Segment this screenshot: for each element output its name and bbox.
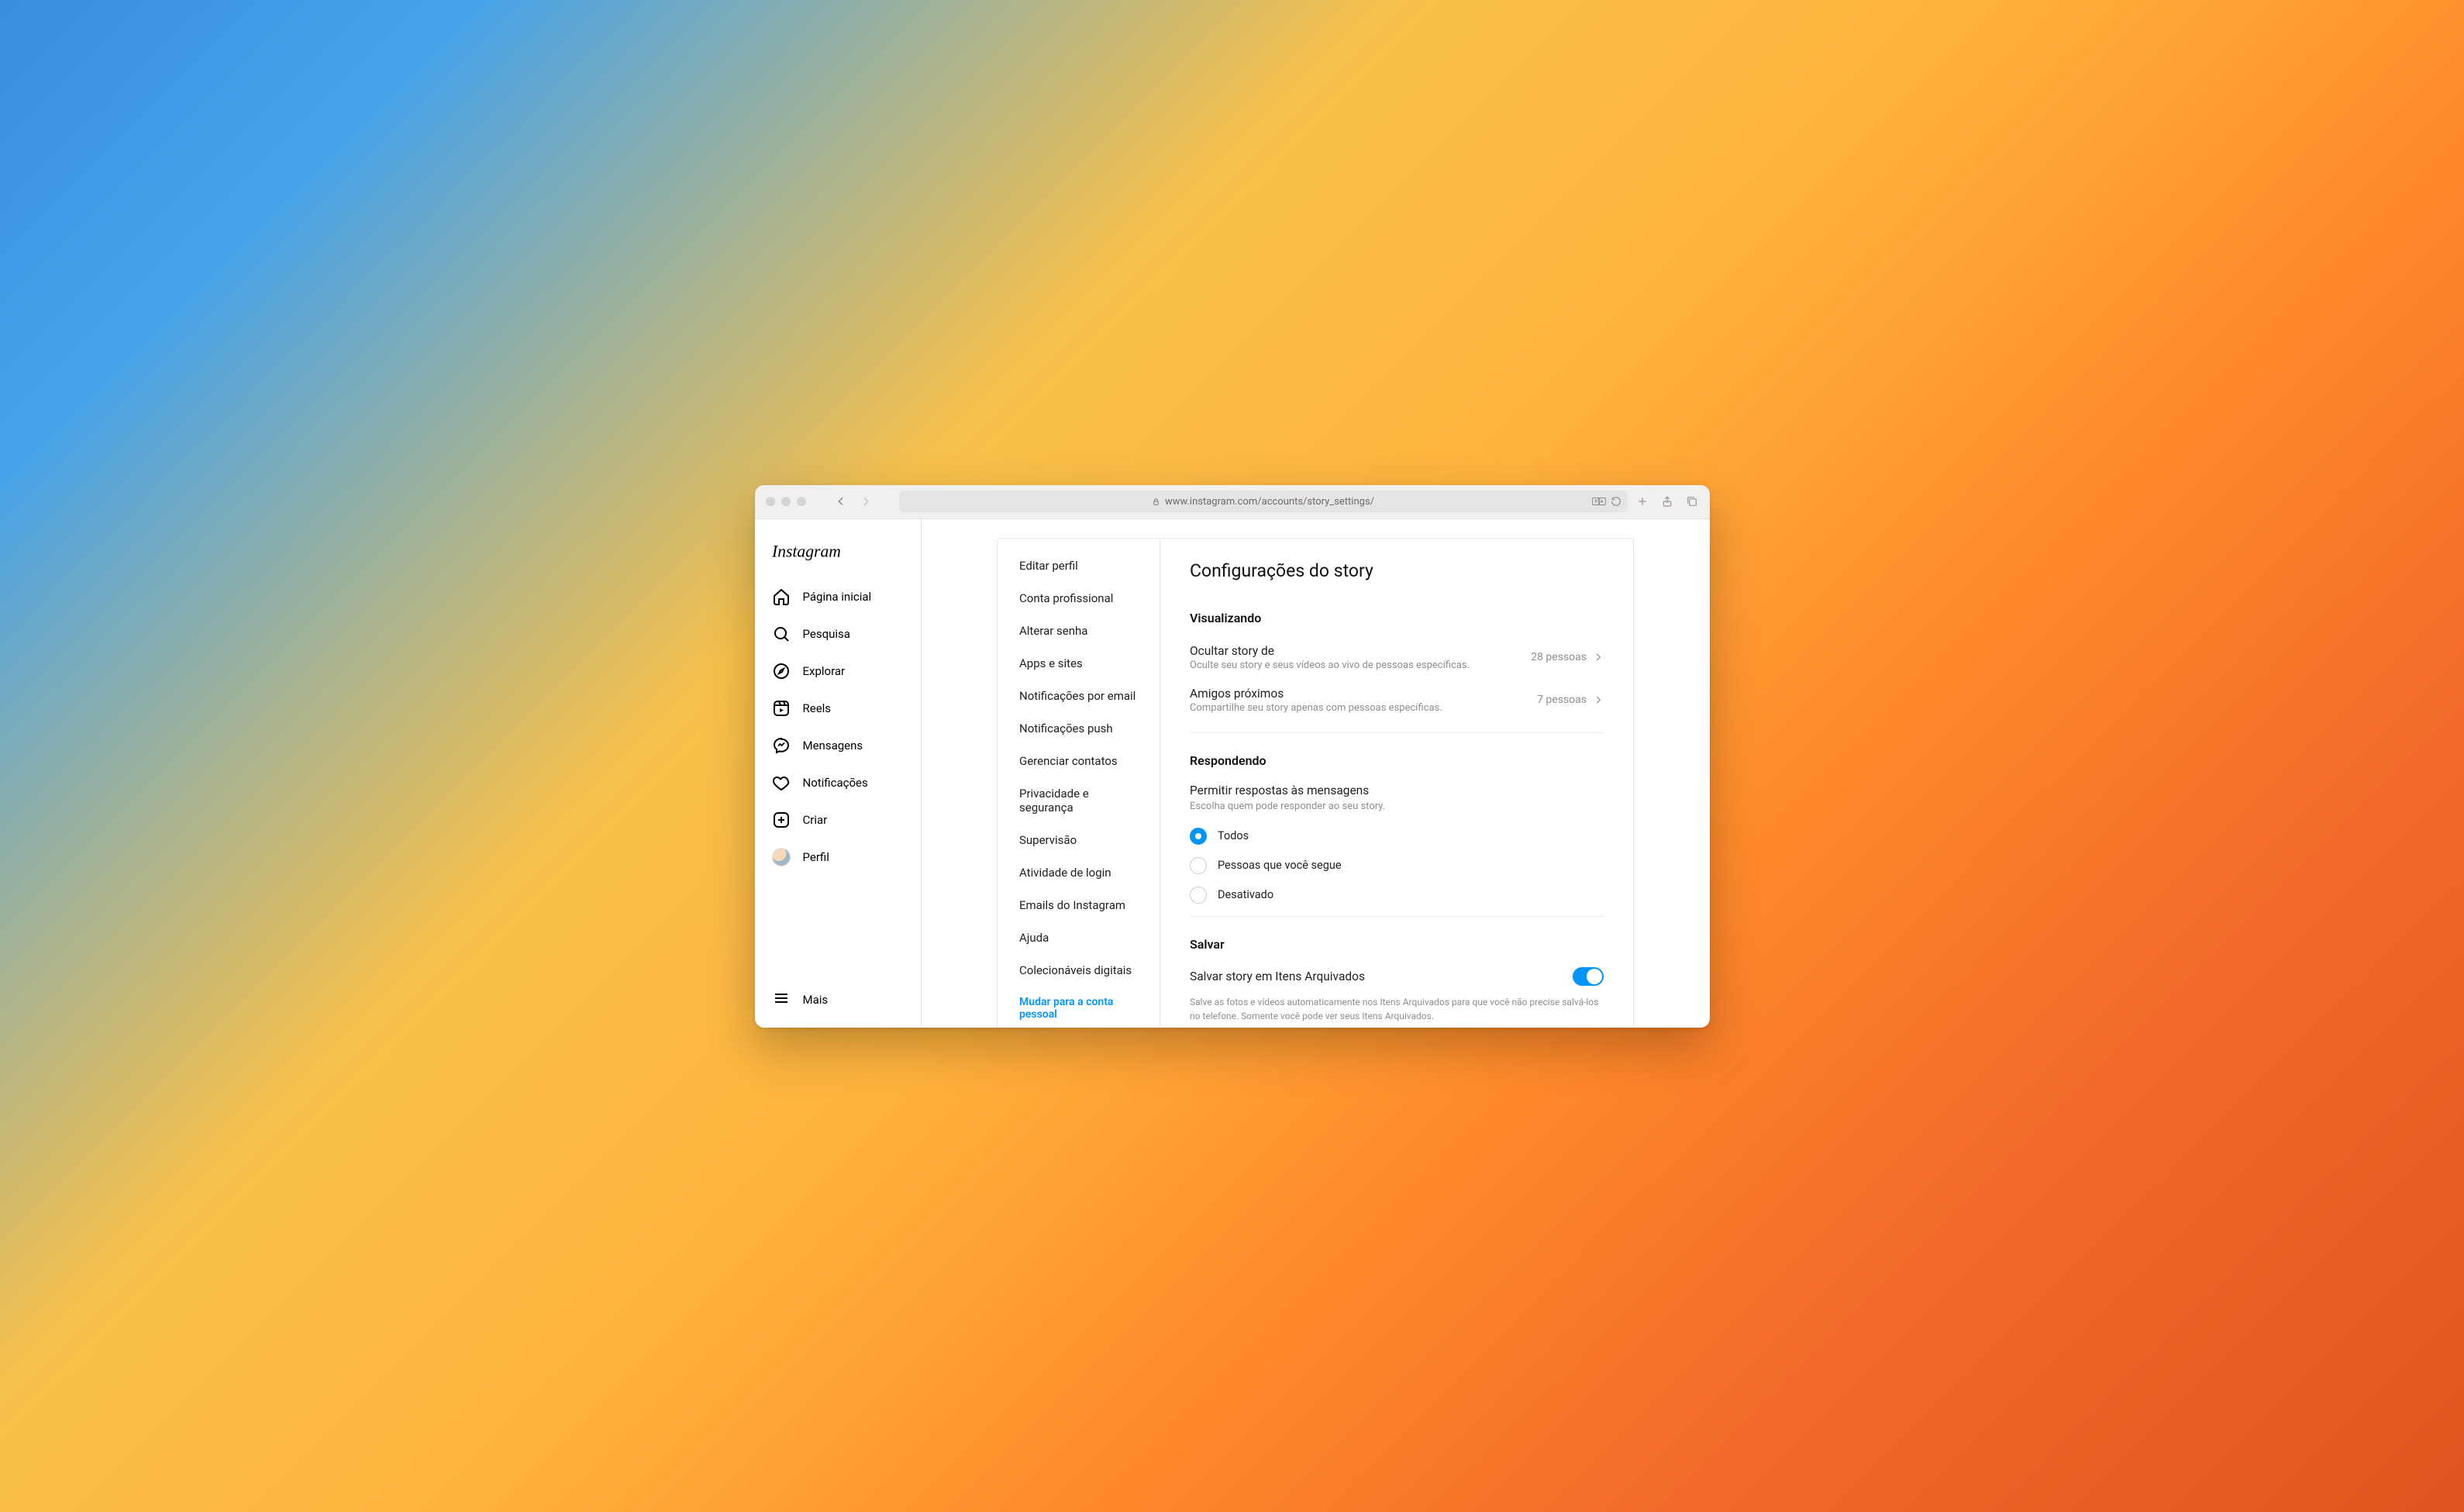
save-archive-note: Salve as fotos e vídeos automaticamente … (1190, 995, 1604, 1023)
heart-icon (772, 773, 791, 792)
settings-nav-item-digital-collectibles[interactable]: Colecionáveis digitais (998, 954, 1160, 987)
settings-nav-item-emails-instagram[interactable]: Emails do Instagram (998, 889, 1160, 921)
svg-text:Instagram: Instagram (772, 542, 841, 560)
settings-nav-item-supervision[interactable]: Supervisão (998, 824, 1160, 856)
page-content: Instagram Página inicial Pesquisa Explor… (755, 519, 1710, 1028)
sidebar-more[interactable]: Mais (763, 980, 913, 1020)
reply-option-everyone[interactable]: Todos (1190, 821, 1604, 851)
settings-nav-item-apps-websites[interactable]: Apps e sites (998, 647, 1160, 680)
instagram-logo[interactable]: Instagram (763, 536, 913, 580)
home-icon (772, 587, 791, 606)
forward-button[interactable] (857, 493, 874, 510)
share-button[interactable] (1660, 494, 1674, 508)
sidebar-item-label: Página inicial (803, 590, 872, 604)
hide-story-sub: Oculte seu story e seus vídeos ao vivo d… (1190, 660, 1470, 671)
close-friends-label: Amigos próximos (1190, 687, 1442, 701)
settings-nav-item-email-notifications[interactable]: Notificações por email (998, 680, 1160, 712)
radio-icon (1190, 887, 1207, 904)
sidebar-item-label: Pesquisa (803, 627, 850, 641)
sidebar-item-create[interactable]: Criar (763, 803, 913, 837)
reload-icon[interactable] (1611, 496, 1621, 507)
messenger-icon (772, 736, 791, 755)
save-archive-row: Salvar story em Itens Arquivados (1190, 967, 1604, 986)
settings-nav-item-professional-account[interactable]: Conta profissional (998, 582, 1160, 615)
reply-option-off[interactable]: Desativado (1190, 880, 1604, 910)
section-viewing-heading: Visualizando (1190, 611, 1604, 625)
settings-nav-item-edit-profile[interactable]: Editar perfil (998, 549, 1160, 582)
hide-story-label: Ocultar story de (1190, 644, 1470, 658)
translate-icon[interactable] (1592, 496, 1606, 507)
tabs-button[interactable] (1685, 494, 1699, 508)
sidebar-item-label: Explorar (803, 664, 846, 678)
browser-window: www.instagram.com/accounts/story_setting… (755, 485, 1710, 1028)
main-area: Editar perfil Conta profissional Alterar… (922, 519, 1710, 1028)
sidebar-item-search[interactable]: Pesquisa (763, 617, 913, 651)
sidebar-item-explore[interactable]: Explorar (763, 654, 913, 688)
section-saving-heading: Salvar (1190, 937, 1604, 952)
sidebar-item-profile[interactable]: Perfil (763, 840, 913, 874)
radio-icon (1190, 828, 1207, 845)
sidebar-item-notifications[interactable]: Notificações (763, 766, 913, 800)
close-friends-row[interactable]: Amigos próximos Compartilhe seu story ap… (1190, 684, 1604, 726)
sidebar-item-home[interactable]: Página inicial (763, 580, 913, 614)
chevron-right-icon (1593, 652, 1604, 663)
toolbar-right (1635, 494, 1699, 508)
reply-option-following[interactable]: Pessoas que você segue (1190, 851, 1604, 880)
lock-icon (1152, 498, 1160, 506)
sidebar-item-label: Reels (803, 701, 832, 715)
separator (1190, 916, 1604, 917)
menu-icon (772, 989, 791, 1011)
sidebar: Instagram Página inicial Pesquisa Explor… (755, 519, 922, 1028)
radio-label: Desativado (1218, 888, 1273, 901)
chevron-right-icon (1593, 694, 1604, 705)
new-tab-button[interactable] (1635, 494, 1649, 508)
separator (1190, 732, 1604, 733)
settings-nav-item-help[interactable]: Ajuda (998, 921, 1160, 954)
hide-story-count: 28 pessoas (1531, 651, 1587, 663)
close-window-button[interactable] (766, 497, 775, 506)
url-text: www.instagram.com/accounts/story_setting… (1165, 496, 1374, 508)
window-controls (766, 497, 806, 506)
page-title: Configurações do story (1190, 560, 1604, 581)
save-archive-label: Salvar story em Itens Arquivados (1190, 970, 1365, 983)
section-replying-heading: Respondendo (1190, 753, 1604, 768)
sidebar-item-messages[interactable]: Mensagens (763, 728, 913, 763)
allow-replies-label: Permitir respostas às mensagens (1190, 784, 1604, 797)
minimize-window-button[interactable] (781, 497, 791, 506)
settings-body: Configurações do story Visualizando Ocul… (1160, 539, 1633, 1028)
settings-nav: Editar perfil Conta profissional Alterar… (998, 539, 1160, 1028)
sidebar-item-label: Mensagens (803, 739, 863, 753)
avatar-icon (772, 848, 791, 866)
settings-panel: Editar perfil Conta profissional Alterar… (997, 538, 1634, 1028)
hide-story-row[interactable]: Ocultar story de Oculte seu story e seus… (1190, 641, 1604, 684)
allow-replies-sub: Escolha quem pode responder ao seu story… (1190, 801, 1604, 812)
back-button[interactable] (832, 493, 849, 510)
titlebar: www.instagram.com/accounts/story_setting… (755, 485, 1710, 519)
address-bar[interactable]: www.instagram.com/accounts/story_setting… (899, 491, 1628, 512)
save-archive-toggle[interactable] (1573, 967, 1604, 986)
sidebar-item-reels[interactable]: Reels (763, 691, 913, 725)
close-friends-sub: Compartilhe seu story apenas com pessoas… (1190, 702, 1442, 714)
settings-nav-switch-personal[interactable]: Mudar para a conta pessoal (998, 987, 1160, 1028)
radio-label: Todos (1218, 829, 1249, 842)
close-friends-count: 7 pessoas (1537, 694, 1587, 706)
settings-nav-item-login-activity[interactable]: Atividade de login (998, 856, 1160, 889)
reels-icon (772, 699, 791, 718)
settings-nav-item-change-password[interactable]: Alterar senha (998, 615, 1160, 647)
sidebar-item-label: Perfil (803, 850, 829, 864)
sidebar-item-label: Criar (803, 813, 828, 827)
plus-square-icon (772, 811, 791, 829)
compass-icon (772, 662, 791, 680)
radio-icon (1190, 857, 1207, 874)
search-icon (772, 625, 791, 643)
radio-label: Pessoas que você segue (1218, 859, 1342, 872)
settings-nav-item-privacy-security[interactable]: Privacidade e segurança (998, 777, 1160, 824)
settings-nav-item-manage-contacts[interactable]: Gerenciar contatos (998, 745, 1160, 777)
sidebar-more-label: Mais (803, 993, 829, 1007)
settings-nav-item-push-notifications[interactable]: Notificações push (998, 712, 1160, 745)
maximize-window-button[interactable] (797, 497, 806, 506)
sidebar-item-label: Notificações (803, 776, 868, 790)
